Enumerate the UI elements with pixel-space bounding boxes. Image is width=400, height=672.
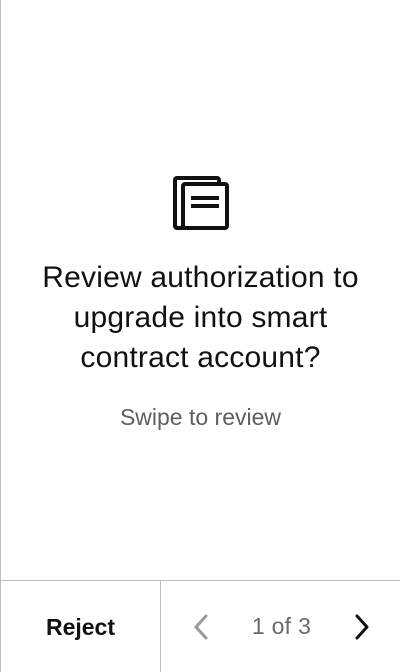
- review-screen: Review authorization to upgrade into sma…: [0, 0, 400, 672]
- chevron-left-icon: [194, 614, 208, 639]
- review-title: Review authorization to upgrade into sma…: [42, 261, 359, 374]
- footer-bar: Reject 1 of 3: [1, 580, 400, 672]
- chevron-right-icon: [355, 614, 369, 639]
- review-subtitle: Swipe to review: [119, 404, 282, 430]
- next-page-button[interactable]: [350, 612, 374, 642]
- reject-button[interactable]: Reject: [1, 581, 161, 672]
- document-icon: [172, 176, 229, 230]
- page-indicator: 1 of 3: [251, 613, 312, 639]
- review-content: Review authorization to upgrade into sma…: [1, 170, 400, 432]
- pagination: 1 of 3: [161, 581, 400, 672]
- previous-page-button[interactable]: [189, 612, 213, 642]
